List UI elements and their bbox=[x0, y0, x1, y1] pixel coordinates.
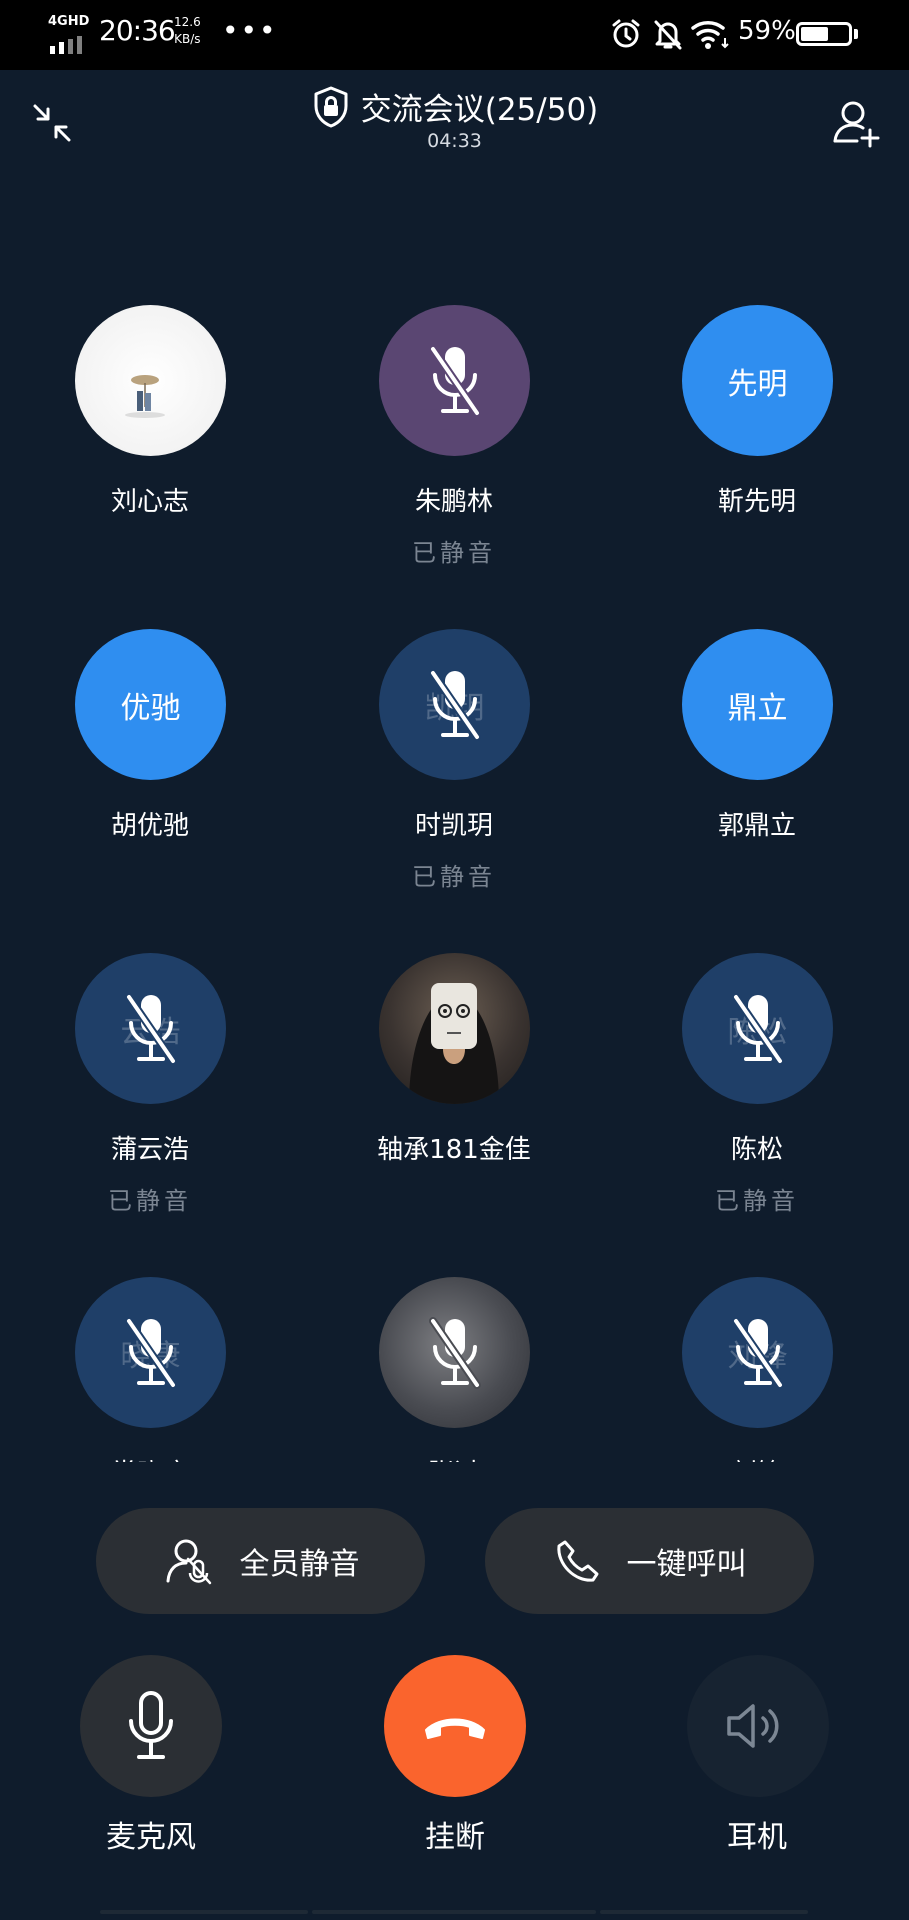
avatar bbox=[379, 953, 530, 1104]
earpiece-button[interactable] bbox=[687, 1655, 829, 1797]
phone-icon bbox=[556, 1540, 598, 1582]
participant-tile[interactable]: 凯玥 时凯玥 已静音 bbox=[304, 629, 604, 929]
participant-tile[interactable]: 优驰 胡优驰 bbox=[0, 629, 300, 929]
nav-bar-segment bbox=[100, 1910, 308, 1914]
participant-status: 已静音 bbox=[412, 863, 496, 891]
avatar-initials: 先明 bbox=[727, 366, 788, 402]
muted-mic-icon bbox=[428, 344, 481, 417]
avatar: 云浩 bbox=[75, 953, 226, 1104]
participant-name: 朱鹏林 bbox=[414, 487, 493, 517]
participant-tile[interactable]: 张过 bbox=[304, 1277, 604, 1462]
participant-tile[interactable]: 晓康 常晓康 bbox=[0, 1277, 300, 1462]
hangup-icon bbox=[425, 1718, 485, 1739]
nav-bar-segment bbox=[600, 1910, 808, 1914]
participant-tile[interactable]: 云浩 蒲云浩 已静音 bbox=[0, 953, 300, 1253]
participant-name: 蒲云浩 bbox=[110, 1135, 189, 1165]
hangup-button[interactable] bbox=[384, 1655, 526, 1797]
speaker-icon bbox=[727, 1704, 779, 1748]
participant-name: 时凯玥 bbox=[414, 811, 493, 841]
avatar bbox=[379, 305, 530, 456]
avatar: 鼎立 bbox=[682, 629, 833, 780]
avatar-initials: 鼎立 bbox=[727, 690, 788, 726]
muted-mic-icon bbox=[428, 668, 481, 741]
avatar bbox=[379, 1277, 530, 1428]
participant-name: 张过 bbox=[304, 1453, 604, 1462]
nav-bar-segment bbox=[312, 1910, 596, 1914]
call-all-label: 一键呼叫 bbox=[626, 1547, 747, 1582]
earpiece-label: 耳机 bbox=[727, 1820, 787, 1855]
participant-name: 刘心志 bbox=[110, 487, 189, 517]
muted-mic-icon bbox=[428, 1316, 481, 1389]
mute-all-button[interactable]: 全员静音 bbox=[96, 1508, 425, 1614]
participant-name: 刘锋 bbox=[607, 1453, 907, 1462]
avatar: 陈松 bbox=[682, 953, 833, 1104]
mute-all-label: 全员静音 bbox=[239, 1547, 360, 1582]
participant-name: 胡优驰 bbox=[110, 811, 189, 841]
participant-status: 已静音 bbox=[715, 1187, 799, 1215]
avatar: 优驰 bbox=[75, 629, 226, 780]
avatar-photo bbox=[125, 375, 165, 418]
microphone-icon bbox=[129, 1691, 173, 1759]
participant-name: 轴承181金佳 bbox=[377, 1135, 531, 1165]
participant-name: 常晓康 bbox=[0, 1453, 300, 1462]
participant-tile[interactable]: 刘锋 刘锋 bbox=[607, 1277, 907, 1462]
avatar: 晓康 bbox=[75, 1277, 226, 1428]
participant-name: 郭鼎立 bbox=[717, 811, 796, 841]
microphone-button[interactable] bbox=[80, 1655, 222, 1797]
muted-mic-icon bbox=[731, 1316, 784, 1389]
participant-tile[interactable]: 轴承181金佳 bbox=[304, 953, 604, 1253]
participant-tile[interactable]: 先明 靳先明 bbox=[607, 305, 907, 605]
avatar: 先明 bbox=[682, 305, 833, 456]
avatar: 刘锋 bbox=[682, 1277, 833, 1428]
participant-tile[interactable]: 鼎立 郭鼎立 bbox=[607, 629, 907, 929]
avatar: 凯玥 bbox=[379, 629, 530, 780]
microphone-label: 麦克风 bbox=[106, 1820, 196, 1855]
avatar-photo bbox=[409, 983, 499, 1104]
participant-tile[interactable]: 陈松 陈松 已静音 bbox=[607, 953, 907, 1253]
muted-mic-icon bbox=[731, 992, 784, 1065]
muted-mic-icon bbox=[124, 1316, 177, 1389]
avatar bbox=[75, 305, 226, 456]
participant-tile[interactable]: 朱鹏林 已静音 bbox=[304, 305, 604, 605]
participant-status: 已静音 bbox=[412, 539, 496, 567]
call-all-button[interactable]: 一键呼叫 bbox=[485, 1508, 814, 1614]
muted-mic-icon bbox=[124, 992, 177, 1065]
hangup-label: 挂断 bbox=[425, 1820, 485, 1855]
participant-name: 陈松 bbox=[730, 1135, 783, 1165]
participant-name: 靳先明 bbox=[717, 487, 796, 517]
participant-status: 已静音 bbox=[108, 1187, 192, 1215]
mute-all-icon bbox=[166, 1539, 211, 1585]
avatar-initials: 优驰 bbox=[120, 690, 181, 726]
participant-grid: 刘心志 朱鹏林 已静音 先明 靳先明 优驰 胡优驰 凯玥 bbox=[0, 0, 909, 1462]
participant-tile[interactable]: 刘心志 bbox=[0, 305, 300, 605]
